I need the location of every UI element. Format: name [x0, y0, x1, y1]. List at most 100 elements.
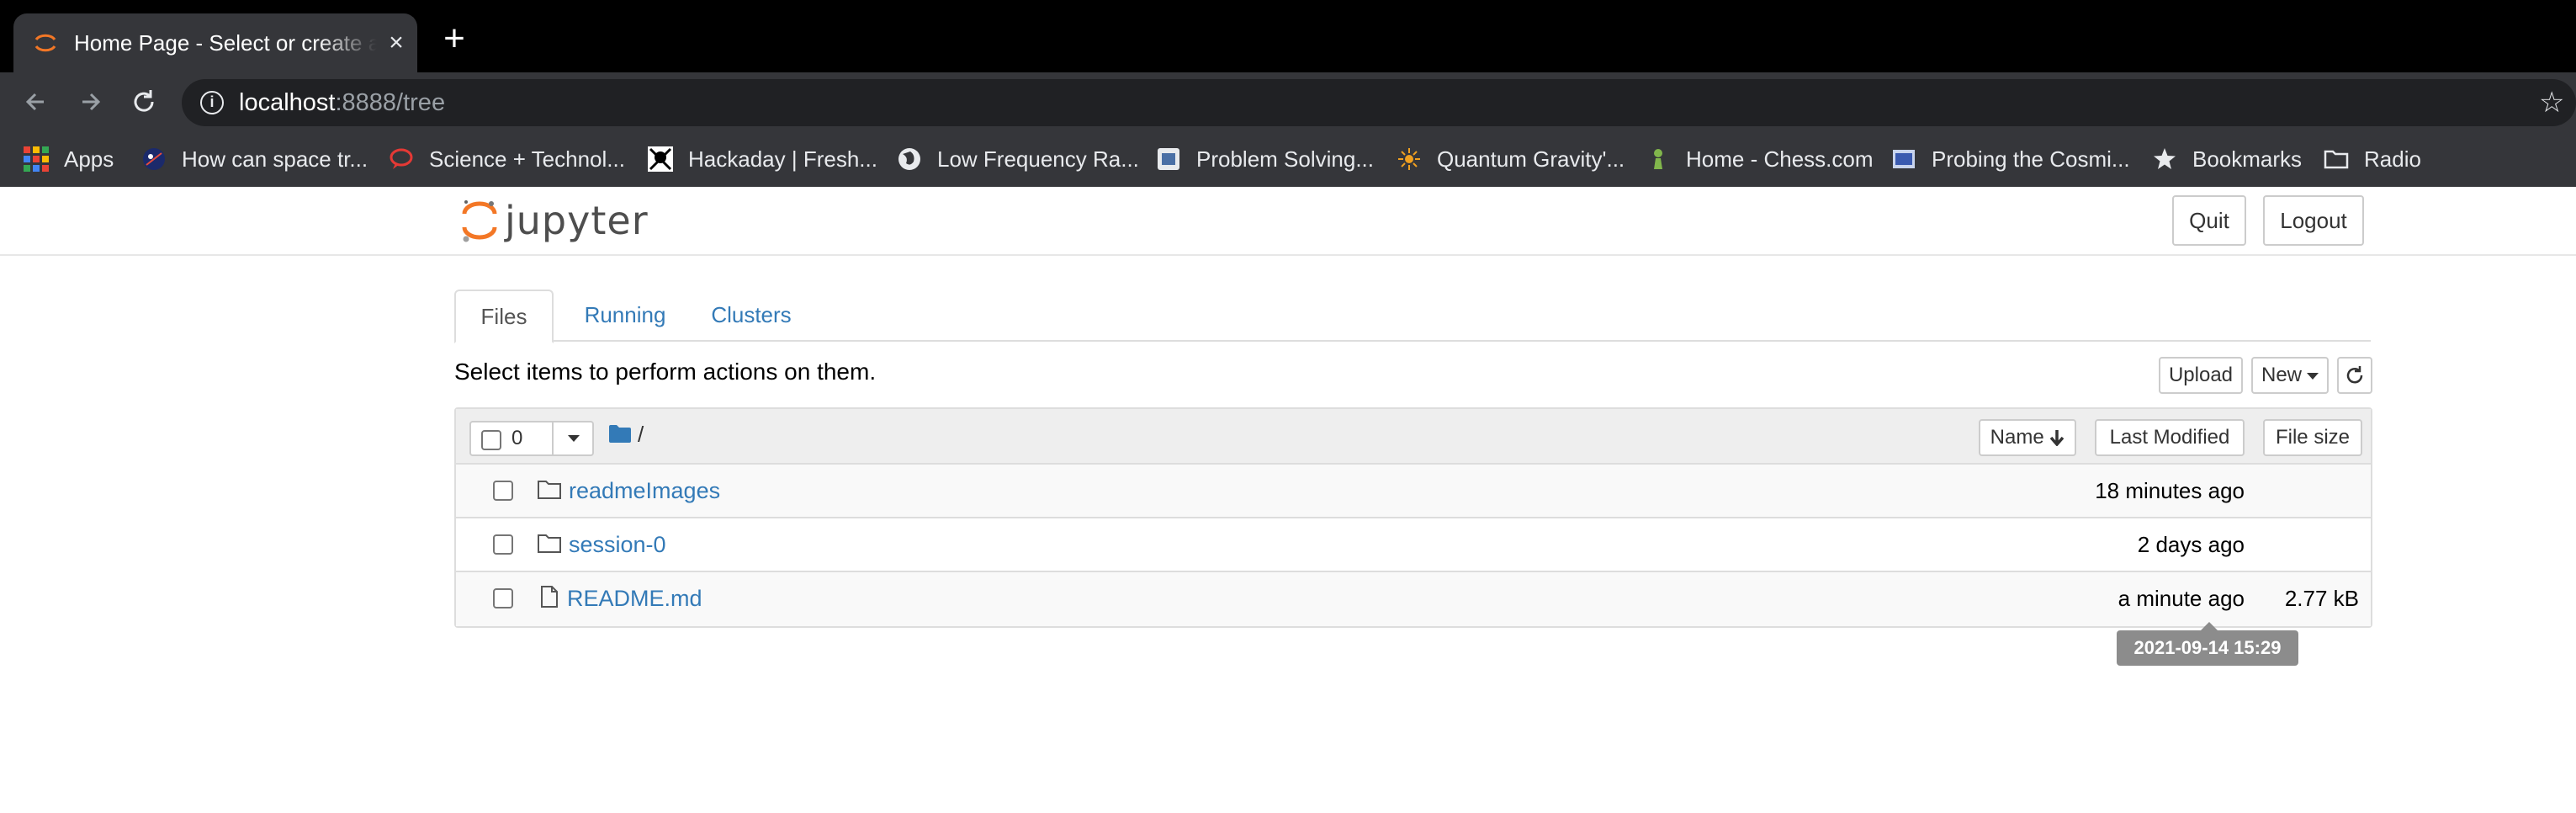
jupyter-page: jupyter Quit Logout Files Running Cluste…	[0, 187, 2576, 813]
bookmark-space[interactable]: How can space tr...	[141, 142, 368, 176]
new-tab-icon[interactable]: +	[437, 20, 471, 57]
item-checkbox[interactable]	[493, 534, 513, 555]
file-list: 0 / Name Last Modified File size readmeI…	[454, 407, 2372, 628]
item-checkbox[interactable]	[493, 588, 513, 608]
close-tab-icon[interactable]: ×	[384, 30, 409, 56]
bookmark-label: Hackaday | Fresh...	[688, 146, 877, 172]
bookmark-star-icon[interactable]: ☆	[2539, 88, 2569, 118]
bookmark-science[interactable]: Science + Technol...	[389, 142, 625, 176]
bookmark-quantum-gravity[interactable]: Quantum Gravity'...	[1397, 142, 1625, 176]
jupyter-header: jupyter Quit Logout	[0, 187, 2576, 256]
jupyter-logo[interactable]: jupyter	[459, 195, 649, 246]
item-modified: a minute ago	[2118, 586, 2245, 611]
bookmark-low-frequency[interactable]: Low Frequency Ra...	[897, 142, 1139, 176]
bookmarks-bar: Apps How can space tr... Science + Techn…	[0, 131, 2576, 187]
list-item[interactable]: readmeImages 18 minutes ago	[456, 465, 2371, 518]
bookmark-bookmarks[interactable]: Bookmarks	[2152, 142, 2302, 176]
bookmark-label: Probing the Cosmi...	[1932, 146, 2130, 172]
item-checkbox[interactable]	[493, 481, 513, 501]
sort-size-button[interactable]: File size	[2263, 419, 2362, 456]
bookmark-label: Radio	[2364, 146, 2421, 172]
address-bar[interactable]: i localhost:8888/tree ☆	[182, 79, 2576, 126]
sort-name-label: Name	[1990, 426, 2044, 449]
caret-down-icon	[568, 435, 580, 442]
refresh-icon	[2346, 366, 2363, 384]
skull-crossbones-icon	[648, 146, 673, 172]
modified-tooltip: 2021-09-14 15:29	[2117, 622, 2298, 666]
sort-name-button[interactable]: Name	[1979, 419, 2076, 456]
logout-button[interactable]: Logout	[2263, 195, 2364, 246]
tab-running[interactable]: Running	[570, 290, 680, 342]
bookmark-label: Quantum Gravity'...	[1437, 146, 1625, 172]
new-dropdown-button[interactable]: New	[2251, 357, 2329, 394]
site-info-icon[interactable]: i	[200, 91, 224, 114]
tab-bar: Files Running Clusters	[454, 290, 2371, 343]
bookmark-label: Home - Chess.com	[1686, 146, 1874, 172]
tab-clusters[interactable]: Clusters	[697, 290, 806, 342]
browser-toolbar: i localhost:8888/tree ☆	[0, 72, 2576, 131]
refresh-button[interactable]	[2337, 357, 2372, 394]
back-arrow-icon[interactable]	[19, 84, 54, 120]
list-item[interactable]: session-0 2 days ago	[456, 518, 2371, 572]
logo-text: jupyter	[505, 198, 649, 243]
select-dropdown-button[interactable]	[552, 421, 594, 456]
reload-icon[interactable]	[126, 84, 162, 120]
upload-button[interactable]: Upload	[2159, 357, 2243, 394]
arrow-down-icon	[2050, 430, 2065, 447]
sun-icon	[1398, 148, 1420, 170]
sort-modified-button[interactable]: Last Modified	[2095, 419, 2245, 456]
speech-bubble-icon	[390, 148, 413, 169]
apps-grid-icon	[24, 146, 49, 172]
bookmark-label: Low Frequency Ra...	[937, 146, 1139, 172]
file-list-header: 0 / Name Last Modified File size	[456, 409, 2371, 465]
instructions-text: Select items to perform actions on them.	[454, 359, 877, 385]
chess-pawn-icon	[1654, 149, 1662, 169]
item-name-link[interactable]: session-0	[569, 529, 666, 561]
star-icon	[2154, 148, 2176, 169]
item-modified: 2 days ago	[2137, 532, 2245, 557]
bookmark-problem-solving[interactable]: Problem Solving...	[1156, 142, 1374, 176]
bookmark-hackaday[interactable]: Hackaday | Fresh...	[648, 142, 877, 176]
quit-button[interactable]: Quit	[2172, 195, 2246, 246]
bookmark-label: How can space tr...	[182, 146, 368, 172]
image-icon	[1893, 150, 1915, 168]
bookmark-label: Problem Solving...	[1196, 146, 1374, 172]
breadcrumb-root[interactable]: /	[638, 419, 644, 449]
bookmark-chess[interactable]: Home - Chess.com	[1646, 142, 1874, 176]
item-name-link[interactable]: README.md	[567, 582, 702, 614]
selected-count: 0	[511, 427, 523, 449]
list-item[interactable]: README.md a minute ago 2.77 kB	[456, 572, 2371, 626]
bookmark-apps[interactable]: Apps	[24, 142, 114, 176]
globe-icon	[898, 148, 920, 170]
file-icon	[541, 586, 558, 608]
item-modified: 18 minutes ago	[2095, 478, 2245, 503]
jupyter-logo-icon	[462, 200, 497, 242]
doc-icon	[1158, 148, 1179, 170]
jupyter-favicon-icon	[34, 34, 56, 52]
bookmark-label: Bookmarks	[2192, 146, 2303, 172]
bookmark-label: Science + Technol...	[429, 146, 625, 172]
bookmark-probing-cosmic[interactable]: Probing the Cosmi...	[1891, 142, 2130, 176]
select-all-group: 0	[469, 421, 594, 456]
url-text: localhost:8888/tree	[239, 88, 445, 118]
folder-icon	[538, 534, 561, 553]
tab-strip: Home Page - Select or create a notebook …	[0, 0, 2576, 72]
bookmark-label: Apps	[64, 146, 114, 172]
space-icon	[143, 148, 165, 170]
browser-tab[interactable]: Home Page - Select or create a notebook …	[13, 13, 417, 72]
bookmark-radio[interactable]: Radio	[2324, 142, 2421, 176]
folder-icon	[538, 481, 561, 499]
select-all-checkbox[interactable]	[481, 430, 501, 450]
item-size: 2.77 kB	[2284, 586, 2359, 611]
url-host: localhost	[239, 89, 336, 116]
item-name-link[interactable]: readmeImages	[569, 475, 720, 507]
tab-files[interactable]: Files	[454, 290, 554, 343]
folder-icon[interactable]	[609, 424, 631, 443]
folder-icon	[2324, 150, 2349, 169]
browser-chrome: Home Page - Select or create a notebook …	[0, 0, 2576, 187]
forward-arrow-icon[interactable]	[72, 84, 108, 120]
url-path: :8888/tree	[335, 89, 446, 116]
tab-title: Home Page - Select or create a notebook	[74, 30, 377, 56]
new-label: New	[2261, 364, 2302, 386]
caret-down-icon	[2307, 372, 2319, 380]
